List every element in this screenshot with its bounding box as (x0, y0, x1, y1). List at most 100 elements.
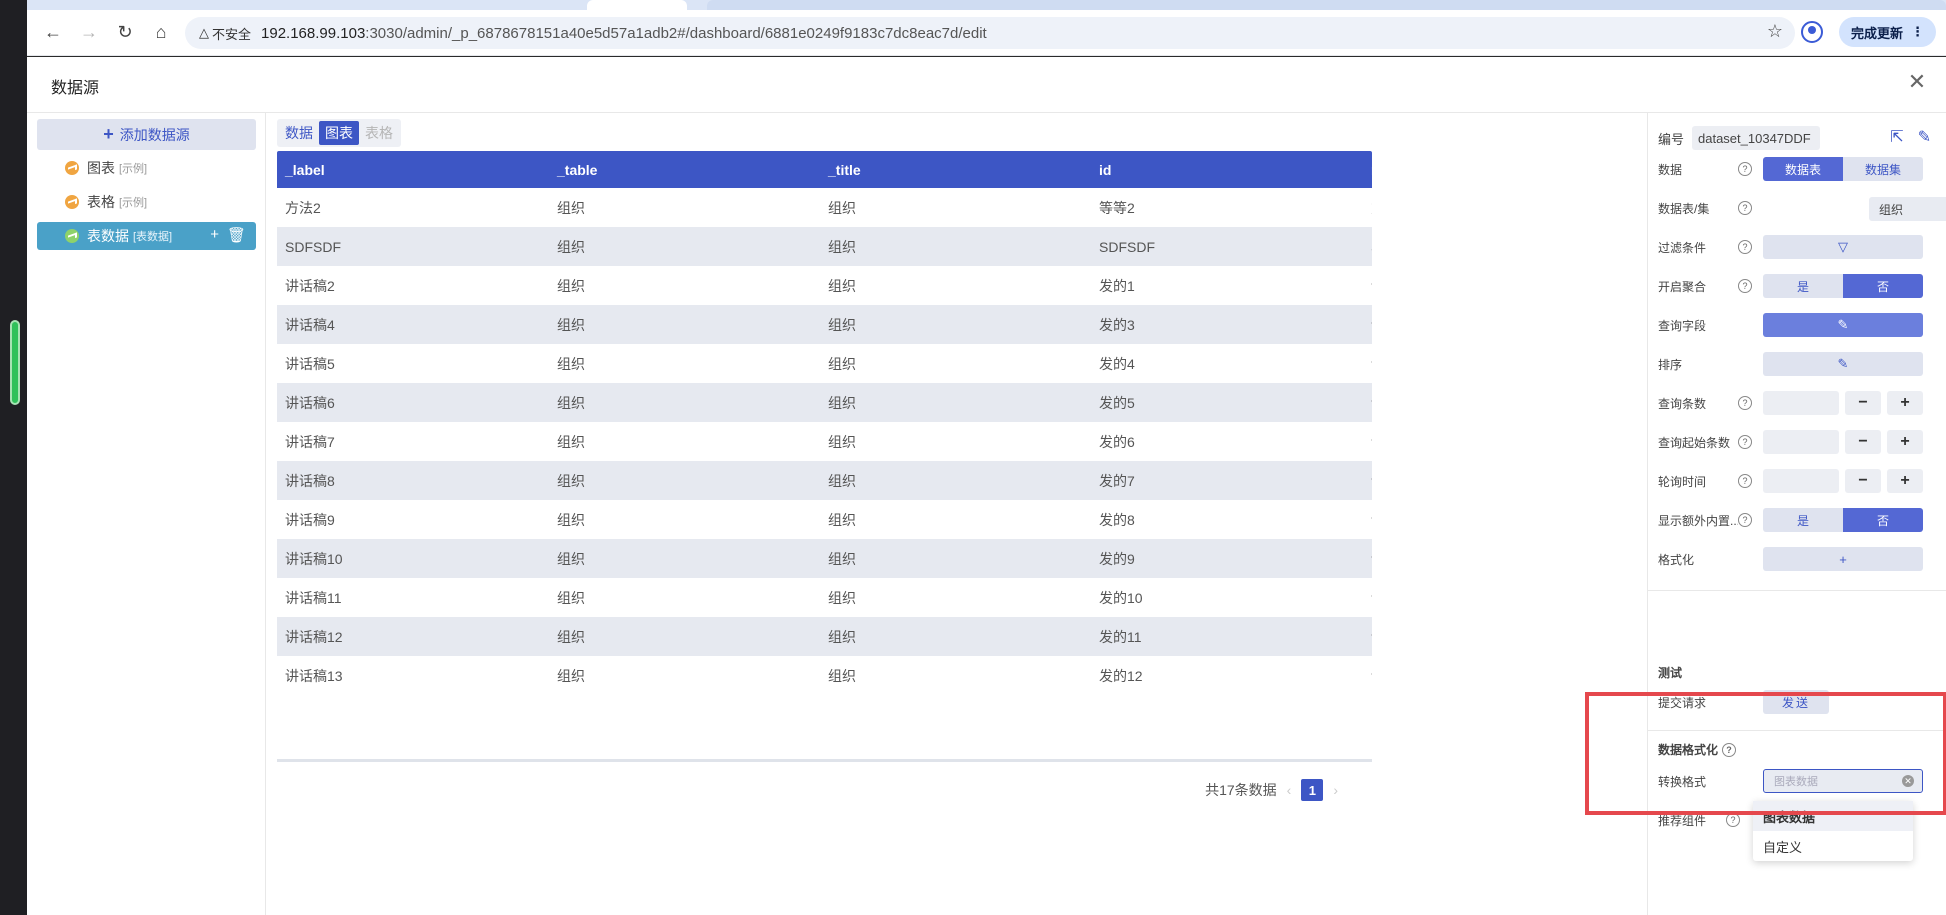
fields-row: 查询字段 ✎ (1658, 312, 1937, 338)
sidebar-item-table-data[interactable]: 表数据 [表数据] + 🗑 (37, 222, 256, 250)
edit-icon[interactable]: ✎ (1918, 127, 1931, 147)
table-cell: 组织 (828, 355, 856, 372)
table-cell: 方法2 (285, 199, 321, 216)
field-label: 格式化 (1658, 552, 1695, 567)
browser-tab-active[interactable] (587, 0, 687, 10)
browser-toolbar: ← → ↻ ⌂ △ 不安全 192.168.99.103:3030/admin/_… (27, 10, 1946, 56)
import-icon[interactable]: ⇱ (1890, 127, 1903, 147)
tab-data[interactable]: 数据 (279, 121, 319, 145)
next-page-icon[interactable]: › (1333, 782, 1338, 798)
table-row[interactable]: 讲话稿11 组织 组织 发的10 讲话稿11 (277, 578, 1372, 617)
add-datasource-button[interactable]: + 添加数据源 (37, 119, 256, 150)
help-icon[interactable]: ? (1738, 201, 1752, 215)
table-select[interactable]: 组织 ⌄ (1869, 197, 1946, 221)
filter-button[interactable]: ▽ (1763, 235, 1923, 259)
option-yes[interactable]: 是 (1763, 274, 1843, 298)
help-icon[interactable]: ? (1738, 240, 1752, 254)
browser-tab[interactable] (707, 0, 1946, 10)
update-button[interactable]: 完成更新 ⋮ (1838, 17, 1936, 47)
count-row: 查询条数 ? − + (1658, 390, 1937, 416)
table-row[interactable]: 讲话稿5 组织 组织 发的4 讲话稿5 (277, 344, 1372, 383)
help-icon[interactable]: ? (1738, 435, 1752, 449)
offset-input[interactable] (1763, 430, 1839, 454)
minus-icon[interactable]: − (1845, 430, 1881, 454)
minus-icon[interactable]: − (1845, 391, 1881, 415)
sidebar-item-tag: [示例] (119, 197, 148, 209)
column-header[interactable]: _table (549, 162, 820, 178)
edit-sort-button[interactable]: ✎ (1763, 352, 1923, 376)
status-indicator (10, 320, 20, 405)
field-label: 查询起始条数 (1658, 435, 1731, 450)
table-row[interactable]: 讲话稿9 组织 组织 发的8 讲话稿9 (277, 500, 1372, 539)
plus-icon[interactable]: + (1887, 469, 1923, 493)
edit-fields-button[interactable]: ✎ (1763, 313, 1923, 337)
option-no[interactable]: 否 (1843, 274, 1923, 298)
address-bar[interactable]: △ 不安全 192.168.99.103:3030/admin/_p_687867… (185, 17, 1795, 49)
help-icon[interactable]: ? (1738, 396, 1752, 410)
home-icon[interactable]: ⌂ (143, 15, 179, 51)
count-input[interactable] (1763, 391, 1839, 415)
sidebar-item-table-example[interactable]: 表格 [示例] (37, 188, 256, 216)
os-left-strip (0, 0, 27, 915)
bookmark-star-icon[interactable]: ☆ (1767, 21, 1783, 42)
table-cell: 组织 (557, 511, 585, 528)
plus-icon[interactable]: + (1887, 391, 1923, 415)
tab-chart[interactable]: 图表 (319, 121, 359, 145)
sidebar-item-chart-example[interactable]: 图表 [示例] (37, 154, 256, 182)
id-label: 编号 (1658, 131, 1685, 147)
table-cell: 发的3 (1099, 316, 1135, 333)
column-header[interactable]: name (1363, 162, 1372, 178)
table-cell: 讲话稿12 (1363, 627, 1372, 647)
back-icon[interactable]: ← (35, 15, 71, 51)
table-row[interactable]: 讲话稿8 组织 组织 发的7 讲话稿8 (277, 461, 1372, 500)
help-icon[interactable]: ? (1726, 813, 1740, 827)
table-row[interactable]: 讲话稿2 组织 组织 发的1 讲话稿2 (277, 266, 1372, 305)
table-row[interactable]: 讲话稿4 组织 组织 发的3 讲话稿4 (277, 305, 1372, 344)
plus-icon[interactable]: + (1887, 430, 1923, 454)
prev-page-icon[interactable]: ‹ (1287, 782, 1292, 798)
forward-icon[interactable]: → (71, 15, 107, 51)
table-row[interactable]: 讲话稿12 组织 组织 发的11 讲话稿12 (277, 617, 1372, 656)
profile-icon[interactable] (1800, 21, 1823, 43)
help-icon[interactable]: ? (1738, 474, 1752, 488)
tab-table[interactable]: 表格 (359, 121, 399, 145)
table-row[interactable]: 讲话稿7 组织 组织 发的6 讲话稿7 (277, 422, 1372, 461)
pencil-icon: ✎ (1837, 356, 1849, 371)
column-header[interactable]: _title (820, 162, 1091, 178)
close-icon[interactable]: ✕ (1902, 67, 1932, 97)
table-cell: 讲话稿11 (285, 589, 342, 606)
option-yes[interactable]: 是 (1763, 508, 1843, 532)
table-row[interactable]: 讲话稿10 组织 组织 发的9 讲话稿10 (277, 539, 1372, 578)
table-bottom-scrollbar[interactable] (277, 759, 1372, 762)
add-icon[interactable]: + (210, 226, 219, 244)
option-dataset[interactable]: 数据集 (1843, 157, 1923, 181)
table-select-row: 数据表/集 ? 组织 ⌄ (1658, 195, 1946, 221)
pencil-icon: ✎ (1837, 317, 1849, 332)
option-no[interactable]: 否 (1843, 508, 1923, 532)
table-row[interactable]: 讲话稿6 组织 组织 发的5 讲话稿6 (277, 383, 1372, 422)
table-cell: 讲话稿9 (1363, 510, 1372, 530)
table-row[interactable]: SDFSDF 组织 组织 SDFSDF SDFSDF (277, 227, 1372, 266)
poll-input[interactable] (1763, 469, 1839, 493)
table-row[interactable]: 方法2 组织 组织 等等2 方法2 (277, 188, 1372, 227)
reload-icon[interactable]: ↻ (107, 15, 143, 51)
dropdown-option-custom[interactable]: 自定义 (1753, 831, 1913, 861)
id-field[interactable]: dataset_10347DDF (1692, 126, 1820, 150)
column-header[interactable]: _label (277, 162, 549, 178)
table-cell: 讲话稿8 (1363, 471, 1372, 491)
help-icon[interactable]: ? (1738, 279, 1752, 293)
option-datatable[interactable]: 数据表 (1763, 157, 1843, 181)
add-format-button[interactable]: + (1763, 547, 1923, 571)
table-cell: 等等2 (1099, 199, 1135, 216)
page-number[interactable]: 1 (1301, 779, 1324, 801)
column-header[interactable]: id (1091, 162, 1363, 178)
security-warning[interactable]: △ 不安全 (199, 24, 251, 43)
help-icon[interactable]: ? (1738, 162, 1752, 176)
table-row[interactable]: 讲话稿13 组织 组织 发的12 讲话稿13 (277, 656, 1372, 695)
table-body: 方法2组织组织等等2方法2SDFSDF组织组织SDFSDFSDFSDF讲话稿2组… (277, 188, 1372, 695)
minus-icon[interactable]: − (1845, 469, 1881, 493)
view-tabs: 数据 图表 表格 (277, 119, 401, 147)
delete-icon[interactable]: 🗑 (227, 226, 246, 244)
help-icon[interactable]: ? (1738, 513, 1752, 527)
count-stepper: − + (1763, 391, 1923, 415)
